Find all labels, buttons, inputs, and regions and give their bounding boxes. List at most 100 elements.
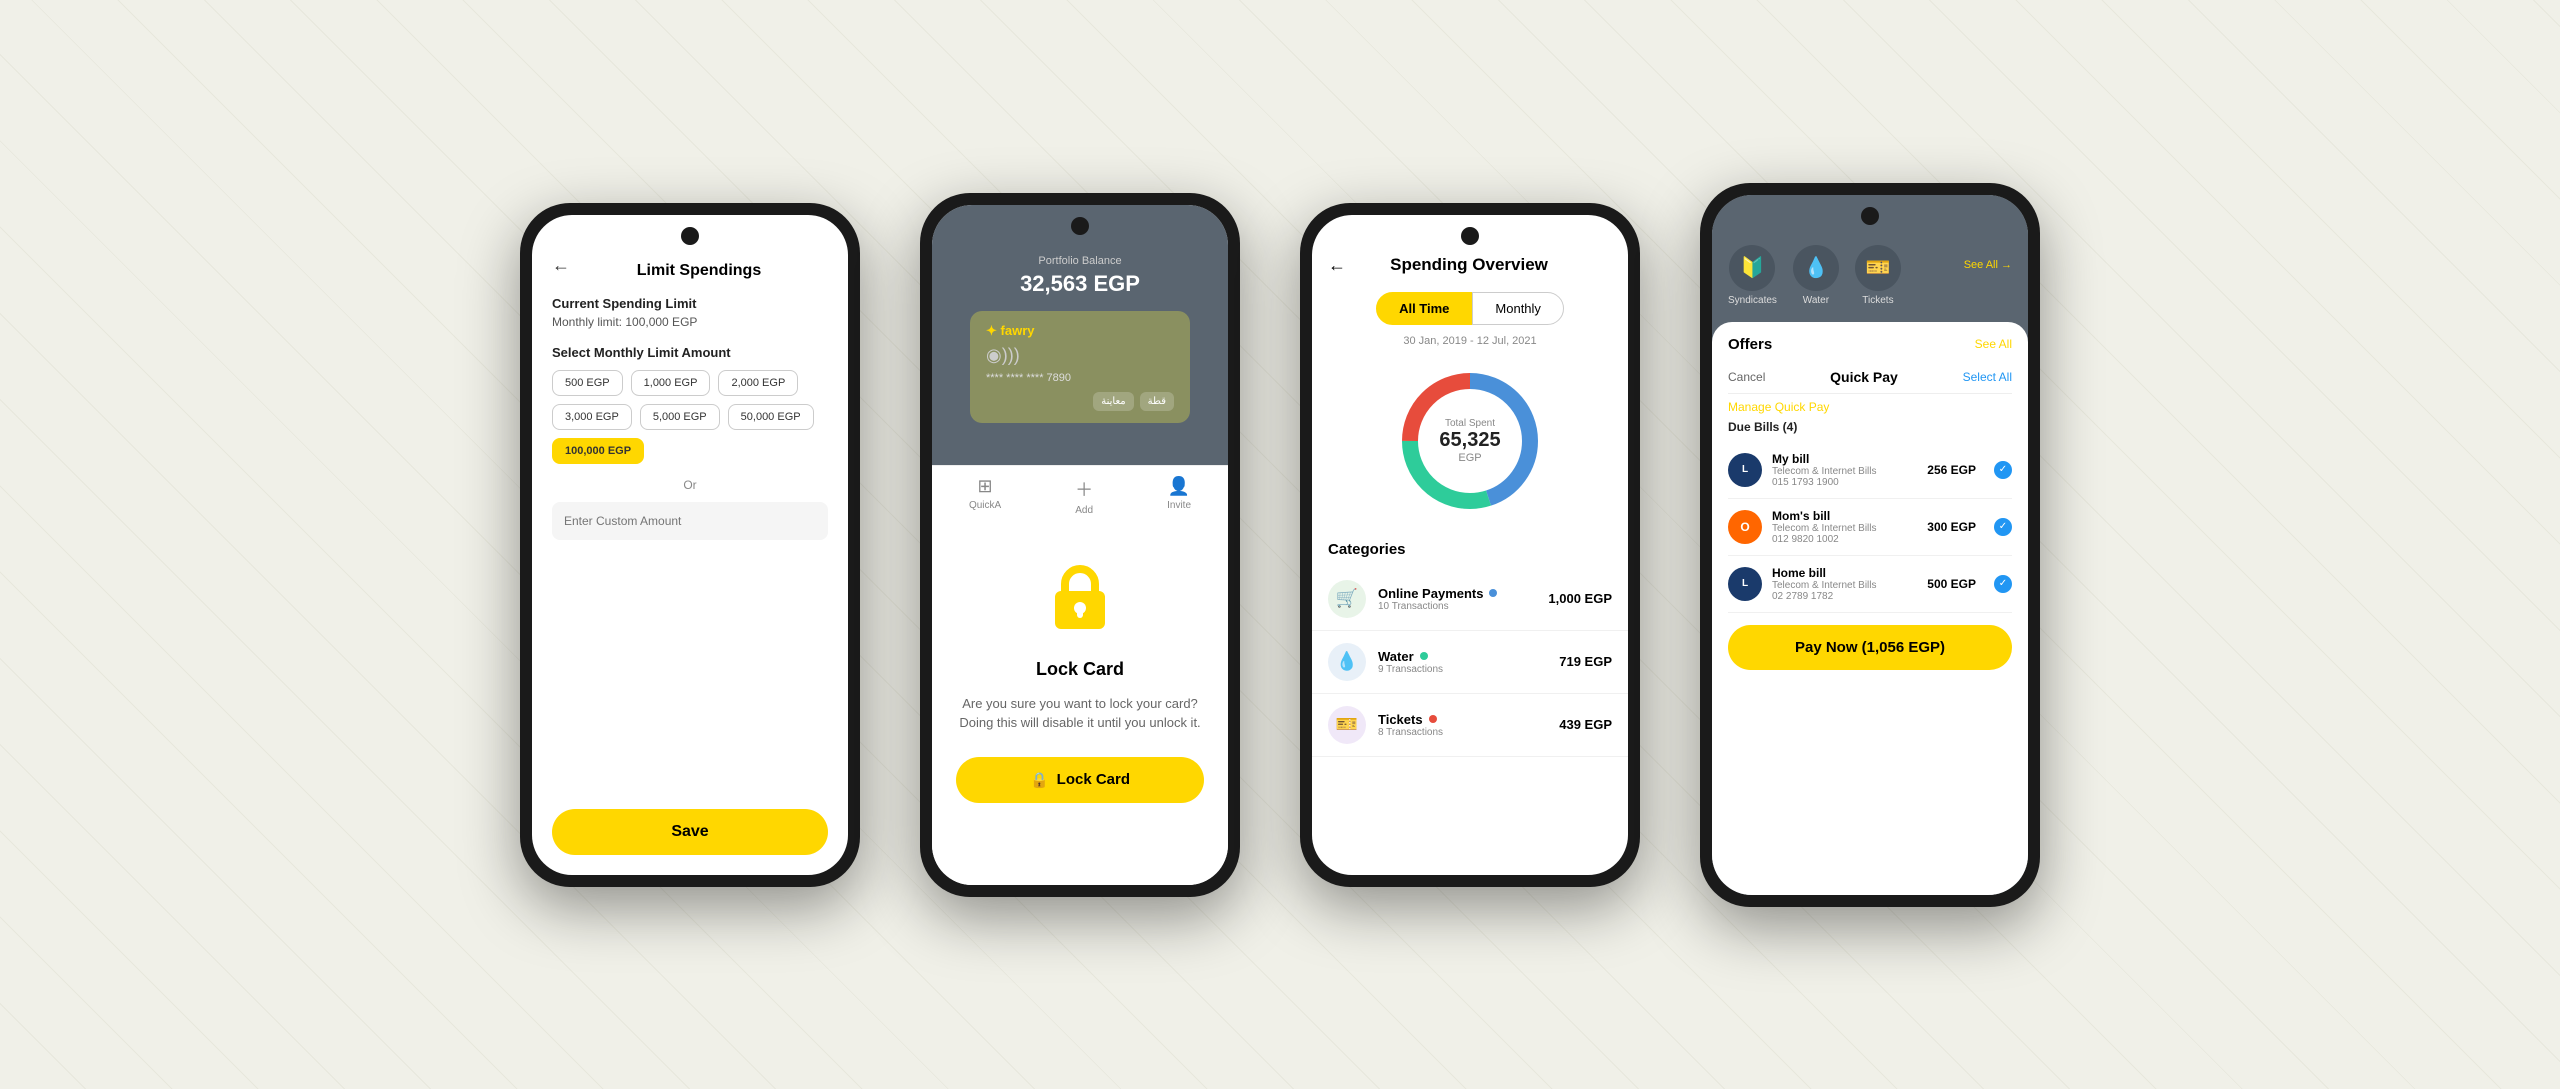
category-tickets: 🎫 Tickets 8 Transactions 439 EGP [1312,694,1628,757]
home-bill-logo: L [1728,567,1762,601]
see-all-button[interactable]: See All → [1964,245,2012,271]
my-bill-checkbox[interactable]: ✓ [1994,461,2012,479]
chip-3000[interactable]: 3,000 EGP [552,404,632,430]
water-amount: 719 EGP [1559,654,1612,669]
chip-50000[interactable]: 50,000 EGP [728,404,814,430]
tickets-dot [1429,715,1437,723]
lock-modal: Lock Card Are you sure you want to lock … [932,526,1228,885]
card-section: Portfolio Balance 32,563 EGP ✦ fawry ◉))… [932,205,1228,465]
date-range: 30 Jan, 2019 - 12 Jul, 2021 [1312,335,1628,347]
balance-amount: 32,563 EGP [1020,271,1140,297]
tickets-transactions: 8 Transactions [1378,727,1547,738]
service-water[interactable]: 💧 Water [1793,245,1839,306]
nav-add[interactable]: ＋ Add [1075,476,1093,516]
screens-container: ← Limit Spendings Current Spending Limit… [520,183,2040,907]
chip-5000[interactable]: 5,000 EGP [640,404,720,430]
spending-title: Spending Overview [1346,255,1592,275]
chip-1000[interactable]: 1,000 EGP [631,370,711,396]
lock-icon-container [956,556,1204,641]
bill-my-bill: L My bill Telecom & Internet Bills 015 1… [1728,442,2012,499]
moms-bill-desc: Telecom & Internet Bills [1772,523,1917,534]
service-syndicates[interactable]: 🔰 Syndicates [1728,245,1777,306]
chip-100000[interactable]: 100,000 EGP [552,438,644,464]
fawry-logo: ✦ fawry [986,323,1174,339]
quick-icon: ⊞ [978,476,993,497]
water-name: Water [1378,649,1547,664]
my-bill-info: My bill Telecom & Internet Bills 015 179… [1772,452,1917,488]
phone-limit-spendings: ← Limit Spendings Current Spending Limit… [520,203,860,887]
my-bill-name: My bill [1772,452,1917,466]
home-bill-desc: Telecom & Internet Bills [1772,580,1917,591]
home-bill-checkbox[interactable]: ✓ [1994,575,2012,593]
category-online-payments: 🛒 Online Payments 10 Transactions 1,000 … [1312,568,1628,631]
lock-card-button[interactable]: 🔒 Lock Card [956,757,1204,803]
nav-add-label: Add [1075,505,1093,516]
online-payments-icon: 🛒 [1328,580,1366,618]
water-service-label: Water [1803,295,1829,306]
chip-500[interactable]: 500 EGP [552,370,623,396]
water-dot [1420,652,1428,660]
water-transactions: 9 Transactions [1378,664,1547,675]
tab-all-time[interactable]: All Time [1376,292,1472,325]
pay-now-button[interactable]: Pay Now (1,056 EGP) [1728,625,2012,670]
donut-center: Total Spent 65,325 EGP [1439,418,1500,464]
moms-bill-checkbox[interactable]: ✓ [1994,518,2012,536]
home-bill-name: Home bill [1772,566,1917,580]
my-bill-amount: 256 EGP [1927,463,1976,477]
nav-invite[interactable]: 👤 Invite [1167,476,1191,516]
moms-bill-logo: O [1728,510,1762,544]
time-tab-group: All Time Monthly [1312,292,1628,325]
back-button-3[interactable]: ← [1328,255,1346,276]
back-button[interactable]: ← [552,255,570,276]
phone-lock-card: Portfolio Balance 32,563 EGP ✦ fawry ◉))… [920,193,1240,897]
phone-notch-4 [1861,207,1879,225]
donut-chart: Total Spent 65,325 EGP [1312,361,1628,521]
my-bill-desc: Telecom & Internet Bills [1772,466,1917,477]
home-bill-amount: 500 EGP [1927,577,1976,591]
balance-label: Portfolio Balance [1038,255,1121,267]
see-all-offers[interactable]: See All [1975,337,2012,351]
chip-2000[interactable]: 2,000 EGP [718,370,798,396]
online-payments-info: Online Payments 10 Transactions [1378,586,1536,612]
save-button[interactable]: Save [552,809,828,855]
donut-currency: EGP [1439,452,1500,464]
online-payments-name: Online Payments [1378,586,1536,601]
category-water: 💧 Water 9 Transactions 719 EGP [1312,631,1628,694]
manage-quick-pay-link[interactable]: Manage Quick Pay [1728,394,2012,420]
my-bill-logo: L [1728,453,1762,487]
quick-pay-cancel[interactable]: Cancel [1728,370,1765,384]
lock-btn-label: Lock Card [1057,771,1130,788]
select-all-button[interactable]: Select All [1963,370,2012,384]
nav-quicka[interactable]: ⊞ QuickA [969,476,1001,516]
card-number: **** **** **** 7890 [986,372,1174,384]
donut-amount: 65,325 [1439,429,1500,452]
card-action-2[interactable]: قطة [1140,392,1174,411]
or-divider: Or [552,478,828,492]
service-tickets[interactable]: 🎫 Tickets [1855,245,1901,306]
tickets-service-icon: 🎫 [1855,245,1901,291]
custom-amount-input[interactable] [552,502,828,540]
phone-spending-overview: ← Spending Overview All Time Monthly 30 … [1300,203,1640,887]
quick-pay-section: Cancel Quick Pay Select All Manage Quick… [1712,361,2028,613]
moms-bill-name: Mom's bill [1772,509,1917,523]
quick-pay-bar: Cancel Quick Pay Select All [1728,361,2012,394]
add-icon: ＋ [1075,476,1093,502]
nav-invite-label: Invite [1167,500,1191,511]
current-limit-label: Current Spending Limit [552,296,828,311]
water-info: Water 9 Transactions [1378,649,1547,675]
phone-notch [681,227,699,245]
card-action-1[interactable]: معاينة [1093,392,1133,411]
bill-moms-bill: O Mom's bill Telecom & Internet Bills 01… [1728,499,2012,556]
lock-btn-icon: 🔒 [1030,771,1049,789]
tickets-service-label: Tickets [1862,295,1893,306]
moms-bill-info: Mom's bill Telecom & Internet Bills 012 … [1772,509,1917,545]
spending-header: ← Spending Overview [1312,255,1628,276]
lock-modal-description: Are you sure you want to lock your card?… [956,694,1204,733]
online-transactions: 10 Transactions [1378,601,1536,612]
my-bill-phone: 015 1793 1900 [1772,477,1917,488]
tab-monthly[interactable]: Monthly [1472,292,1564,325]
lock-modal-title: Lock Card [956,659,1204,680]
quick-pay-title: Quick Pay [1830,369,1898,385]
phone-notch-2 [1071,217,1089,235]
tickets-info: Tickets 8 Transactions [1378,712,1547,738]
